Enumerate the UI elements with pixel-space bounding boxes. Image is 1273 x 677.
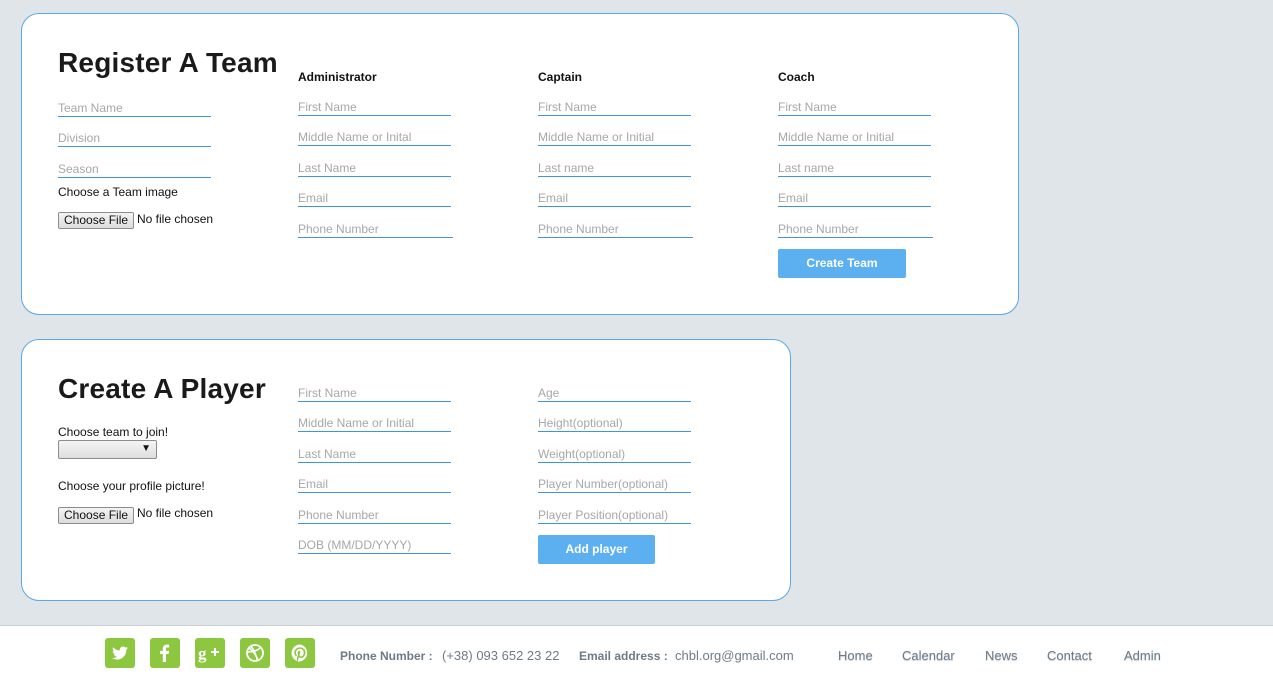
profile-picture-file-status: No file chosen — [137, 506, 214, 520]
pinterest-icon[interactable] — [285, 638, 315, 668]
facebook-icon[interactable] — [150, 638, 180, 668]
coach-last-name-input[interactable] — [778, 160, 931, 177]
captain-last-name-input[interactable] — [538, 160, 691, 177]
player-age-input[interactable] — [538, 385, 691, 402]
footer-nav-contact[interactable]: Contact — [1047, 648, 1092, 663]
create-team-button[interactable]: Create Team — [778, 249, 906, 278]
player-form-title: Create A Player — [58, 373, 266, 404]
captain-heading: Captain — [538, 70, 583, 84]
admin-email-input[interactable] — [298, 190, 451, 207]
team-image-file-status: No file chosen — [137, 212, 214, 226]
captain-first-name-input[interactable] — [538, 99, 691, 116]
coach-heading: Coach — [778, 70, 815, 84]
create-player-card: Create A Player Choose team to join! ▼ C… — [21, 339, 791, 601]
footer-phone-value: (+38) 093 652 23 22 — [442, 648, 560, 663]
admin-phone-input[interactable] — [298, 221, 453, 238]
footer-nav-news[interactable]: News — [985, 648, 1018, 663]
register-team-card: Register A Team Choose a Team image Choo… — [21, 13, 1019, 315]
twitter-icon[interactable] — [105, 638, 135, 668]
coach-first-name-input[interactable] — [778, 99, 931, 116]
dropdown-arrow-icon: ▼ — [141, 443, 151, 454]
player-phone-input[interactable] — [298, 507, 451, 524]
player-middle-name-input[interactable] — [298, 415, 451, 432]
svg-text:g: g — [198, 644, 207, 663]
footer-phone-label: Phone Number : — [340, 649, 433, 663]
team-image-label: Choose a Team image — [58, 185, 178, 199]
footer-nav-calendar[interactable]: Calendar — [902, 648, 955, 663]
division-input[interactable] — [58, 130, 211, 147]
player-weight-input[interactable] — [538, 446, 691, 463]
player-email-input[interactable] — [298, 476, 451, 493]
footer-email-value[interactable]: chbl.org@gmail.com — [675, 648, 794, 663]
season-input[interactable] — [58, 161, 211, 178]
team-select[interactable]: ▼ — [58, 440, 157, 459]
coach-email-input[interactable] — [778, 190, 931, 207]
footer-email-label: Email address : — [579, 649, 668, 663]
profile-picture-choose-file-button[interactable]: Choose File — [58, 507, 135, 524]
captain-middle-name-input[interactable] — [538, 129, 691, 146]
team-name-input[interactable] — [58, 100, 211, 117]
footer-nav-home[interactable]: Home — [838, 648, 873, 663]
footer-nav-admin[interactable]: Admin — [1124, 648, 1161, 663]
profile-picture-label: Choose your profile picture! — [58, 479, 205, 493]
coach-middle-name-input[interactable] — [778, 129, 931, 146]
page-title: Register A Team — [58, 47, 278, 78]
admin-first-name-input[interactable] — [298, 99, 451, 116]
captain-email-input[interactable] — [538, 190, 691, 207]
team-select-label: Choose team to join! — [58, 425, 169, 439]
google-plus-icon[interactable]: g — [195, 638, 225, 668]
player-number-input[interactable] — [538, 476, 691, 493]
coach-phone-input[interactable] — [778, 221, 933, 238]
dribbble-icon[interactable] — [240, 638, 270, 668]
admin-middle-name-input[interactable] — [298, 129, 451, 146]
player-position-input[interactable] — [538, 507, 691, 524]
footer: g Phone Number : (+38) 093 652 23 22 Ema… — [0, 625, 1273, 677]
administrator-heading: Administrator — [298, 70, 377, 84]
player-first-name-input[interactable] — [298, 385, 451, 402]
player-last-name-input[interactable] — [298, 446, 451, 463]
team-image-choose-file-button[interactable]: Choose File — [58, 212, 135, 229]
player-dob-input[interactable] — [298, 537, 451, 554]
player-height-input[interactable] — [538, 415, 691, 432]
admin-last-name-input[interactable] — [298, 160, 451, 177]
add-player-button[interactable]: Add player — [538, 535, 655, 564]
captain-phone-input[interactable] — [538, 221, 693, 238]
